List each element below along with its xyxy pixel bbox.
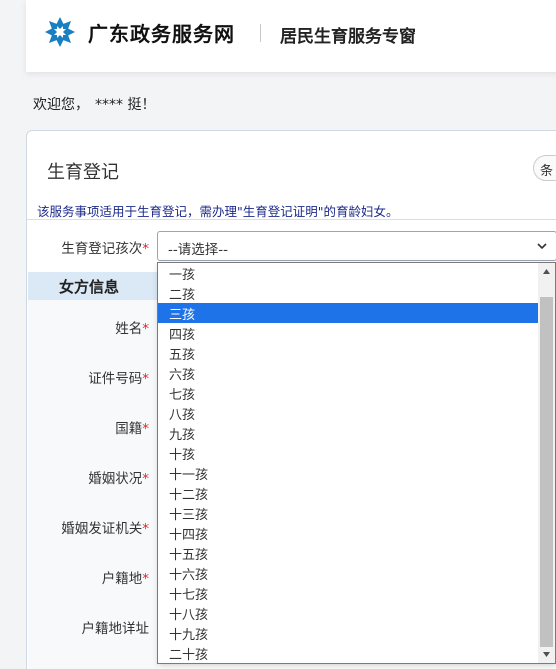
dropdown-option-selected[interactable]: 三孩 [158, 303, 538, 323]
scroll-down-arrow-icon[interactable] [542, 650, 551, 659]
field-label-text: 姓名 [115, 321, 143, 337]
dropdown-option[interactable]: 四孩 [158, 323, 538, 343]
field-label-nationality: 国籍* [27, 417, 149, 437]
header-divider [260, 24, 261, 42]
required-mark: * [142, 321, 149, 337]
required-mark: * [142, 471, 149, 487]
field-label-marriage-authority: 婚姻发证机关* [27, 517, 149, 537]
form-title: 生育登记 [47, 162, 119, 183]
required-mark: * [142, 241, 149, 257]
dropdown-option[interactable]: 十三孩 [158, 503, 538, 523]
dropdown-option[interactable]: 十八孩 [158, 603, 538, 623]
field-label-name: 姓名* [27, 317, 149, 337]
user-name: **** 挺！ [95, 97, 156, 113]
field-label-text: 婚姻状况 [88, 471, 143, 487]
dropdown-option[interactable]: 十七孩 [158, 583, 538, 603]
birth-order-select-value: --请选择-- [168, 242, 228, 258]
section-title: 女方信息 [28, 272, 158, 300]
dropdown-option[interactable]: 十九孩 [158, 623, 538, 643]
dropdown-option[interactable]: 十四孩 [158, 523, 538, 543]
chevron-down-icon [537, 243, 547, 250]
site-header: 广东政务服务网 居民生育服务专窗 [26, 0, 556, 72]
dropdown-option[interactable]: 六孩 [158, 363, 538, 383]
field-label-text: 户籍地 [101, 571, 143, 587]
welcome-message: 欢迎您， **** 挺！ [33, 94, 155, 114]
dropdown-option[interactable]: 七孩 [158, 383, 538, 403]
dropdown-option[interactable]: 五孩 [158, 343, 538, 363]
field-label-id-number: 证件号码* [27, 367, 149, 387]
field-label-text: 户籍地详址 [81, 621, 150, 637]
dropdown-option[interactable]: 二孩 [158, 283, 538, 303]
notice-text: 该服务事项适用于生育登记，需办理"生育登记证明"的育龄妇女。 [37, 204, 399, 219]
divider [27, 219, 556, 220]
dropdown-option[interactable]: 十二孩 [158, 483, 538, 503]
field-label-household-address: 户籍地详址 [27, 617, 150, 637]
field-label-marital-status: 婚姻状况* [27, 467, 149, 487]
dropdown-option[interactable]: 九孩 [158, 423, 538, 443]
dropdown-option[interactable]: 十一孩 [158, 463, 538, 483]
dropdown-option[interactable]: 八孩 [158, 403, 538, 423]
site-name[interactable]: 广东政务服务网 [88, 18, 235, 47]
welcome-text: 欢迎您， [33, 97, 89, 113]
birth-order-label-text: 生育登记孩次 [61, 241, 143, 257]
service-window-title: 居民生育服务专窗 [280, 27, 416, 47]
scrollbar-thumb[interactable] [540, 297, 553, 647]
birth-order-select[interactable]: --请选择-- [157, 231, 556, 261]
required-mark: * [142, 421, 149, 437]
gov-logo-icon[interactable] [44, 16, 76, 48]
dropdown-option[interactable]: 十孩 [158, 443, 538, 463]
required-mark: * [142, 371, 149, 387]
birth-order-dropdown-list[interactable]: 一孩 二孩 三孩 四孩 五孩 六孩 七孩 八孩 九孩 十孩 十一孩 十二孩 十三… [157, 262, 556, 664]
birth-order-label: 生育登记孩次* [27, 237, 149, 257]
field-label-text: 婚姻发证机关 [61, 521, 143, 537]
dropdown-option[interactable]: 十五孩 [158, 543, 538, 563]
required-mark: * [142, 571, 149, 587]
dropdown-option[interactable]: 一孩 [158, 263, 538, 283]
field-label-text: 国籍 [115, 421, 143, 437]
scroll-up-arrow-icon[interactable] [542, 267, 551, 276]
tag-button[interactable]: 条 [533, 155, 556, 181]
dropdown-option[interactable]: 二十孩 [158, 643, 538, 663]
dropdown-option[interactable]: 十六孩 [158, 563, 538, 583]
field-label-household-registration: 户籍地* [27, 567, 149, 587]
dropdown-scrollbar[interactable] [538, 263, 555, 663]
field-label-text: 证件号码 [88, 371, 143, 387]
required-mark: * [142, 521, 149, 537]
